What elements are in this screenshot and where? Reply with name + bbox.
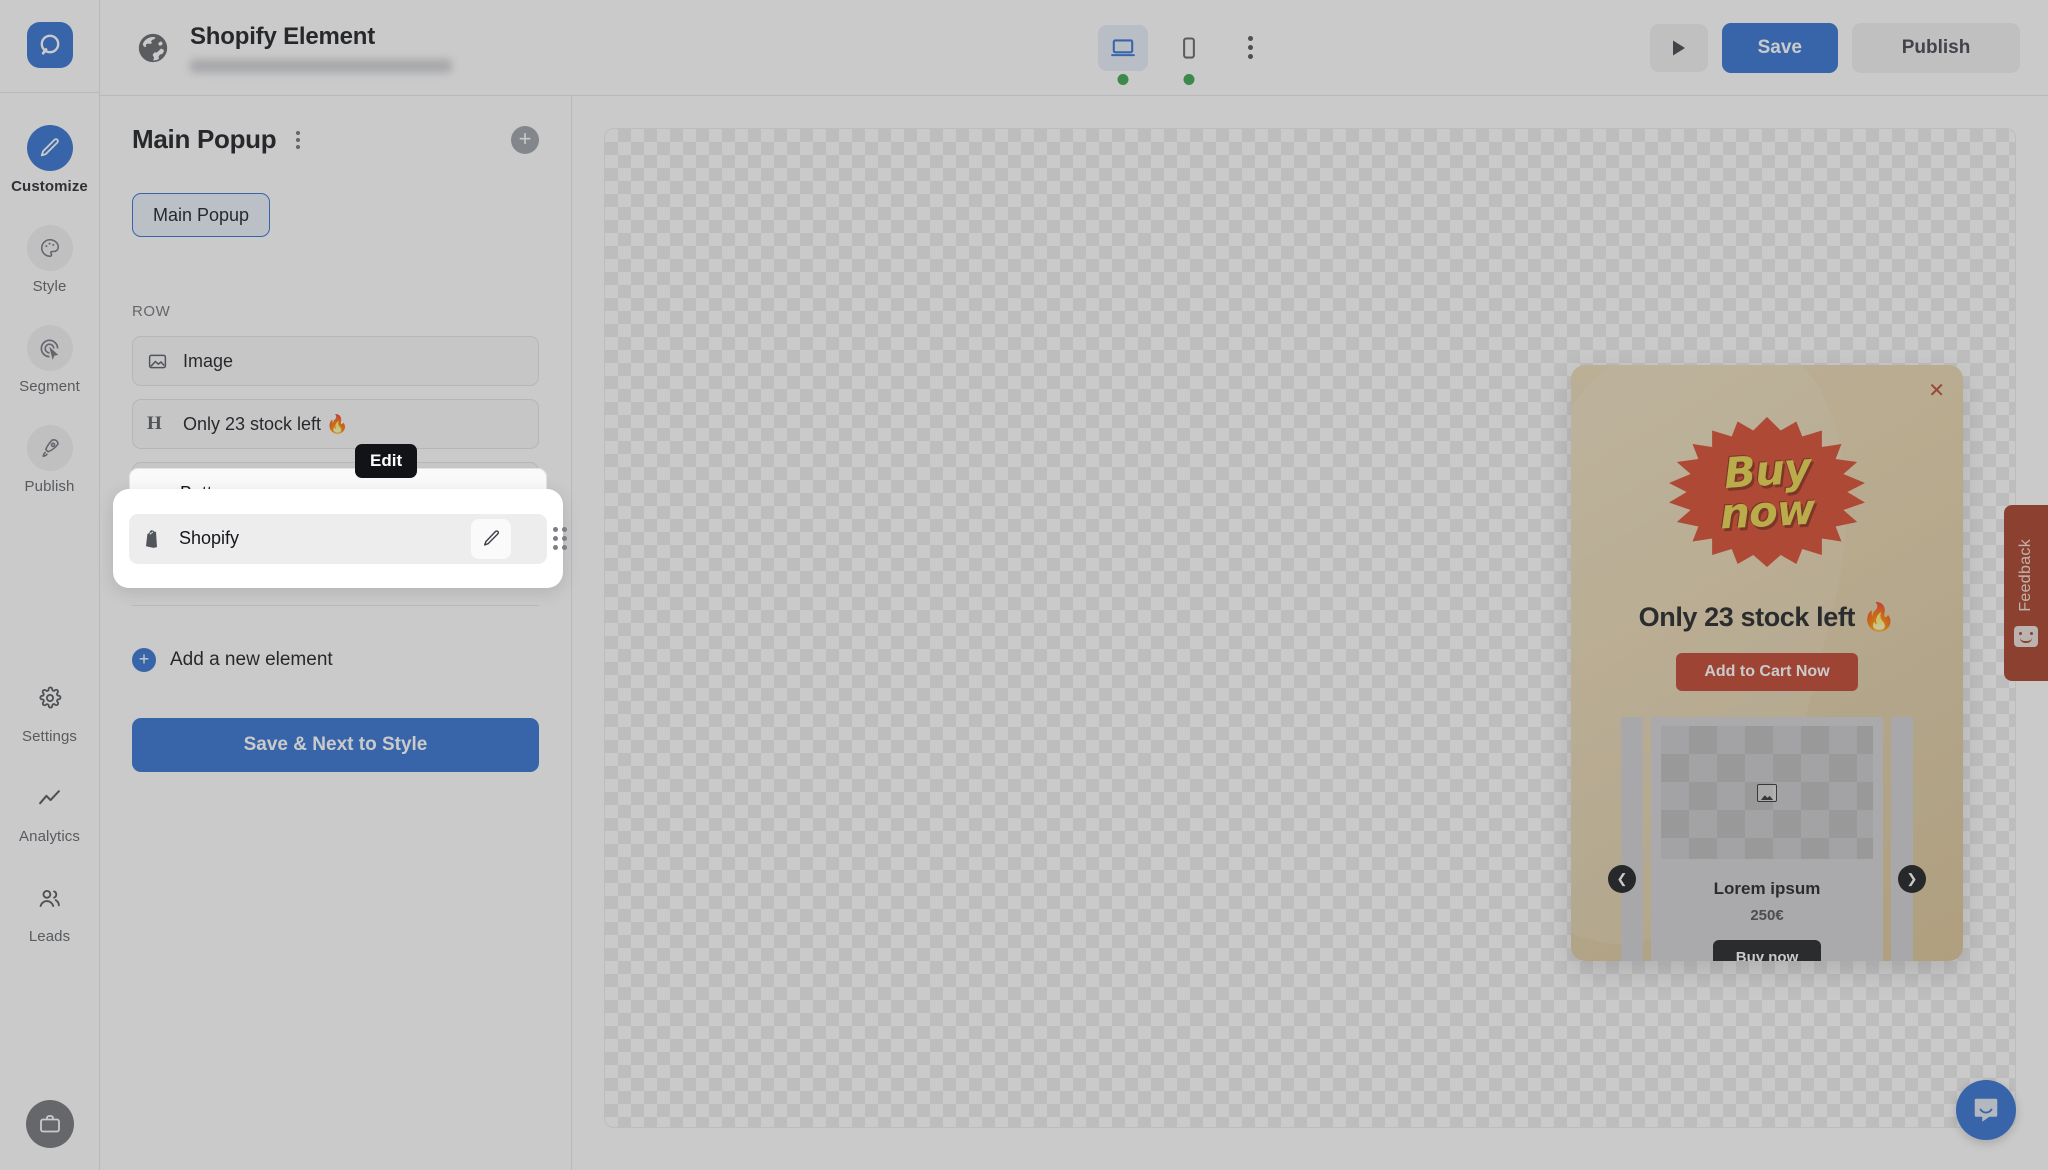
element-row-shopify-highlighted[interactable]: Shopify: [129, 513, 567, 564]
sidebar-item-label: Settings: [22, 728, 77, 745]
tab-main-popup[interactable]: Main Popup: [132, 193, 271, 237]
platform-logo-icon[interactable]: [26, 22, 73, 68]
desktop-view-button[interactable]: [1097, 24, 1148, 85]
left-nav-rail: Customize Style Segment Publish Settings…: [0, 0, 100, 1170]
editor-panel: Main Popup + Main Popup ROW Image H Only…: [100, 96, 572, 1170]
element-row-label: Image: [183, 350, 234, 371]
people-icon: [27, 875, 73, 921]
sidebar-item-label: Segment: [19, 378, 80, 395]
sidebar-item-label: Publish: [24, 478, 75, 495]
toolbar-titles: Shopify Element: [190, 23, 452, 73]
rocket-icon: [26, 425, 73, 471]
panel-divider: [132, 605, 539, 606]
toolbar-left-group: Shopify Element: [100, 23, 720, 73]
sidebar-item-segment[interactable]: Segment: [0, 315, 99, 401]
starburst-shape: Buy now: [1669, 417, 1865, 567]
publish-button[interactable]: Publish: [1852, 22, 2020, 73]
product-card: Lorem ipsum 250€ Buy now: [1651, 717, 1883, 961]
top-toolbar: Shopify Element Save Publish: [100, 0, 2048, 96]
sidebar-item-style[interactable]: Style: [0, 215, 99, 301]
page-title: Shopify Element: [190, 22, 376, 50]
sidebar-item-label: Analytics: [19, 828, 80, 845]
drag-handle-icon[interactable]: [549, 526, 571, 552]
chat-bubble-icon: [1974, 1098, 1998, 1122]
sidebar-item-label: Leads: [28, 928, 71, 945]
target-cursor-icon: [26, 325, 73, 371]
add-new-element-button[interactable]: + Add a new element: [132, 648, 539, 672]
sidebar-item-publish[interactable]: Publish: [0, 415, 99, 501]
product-price: 250€: [1750, 907, 1784, 924]
badge-line-2: now: [1718, 484, 1816, 539]
pencil-icon: [26, 125, 73, 171]
product-carousel: Lorem ipsum 250€ Buy now ❮ ❯: [1602, 717, 1932, 961]
preview-canvas[interactable]: ✕ Buy now Only 23 stock left 🔥 Add to Ca…: [604, 128, 2016, 1128]
chat-widget-button[interactable]: [1956, 1080, 2016, 1140]
sidebar-item-label: Style: [32, 278, 67, 295]
sidebar-item-customize[interactable]: Customize: [0, 115, 99, 201]
sidebar-item-analytics[interactable]: Analytics: [0, 765, 99, 851]
element-row-label: Only 23 stock left 🔥: [183, 413, 349, 434]
sidebar-item-label: Customize: [11, 178, 88, 195]
add-new-element-label: Add a new element: [170, 649, 333, 670]
feedback-label: Feedback: [2017, 539, 2034, 612]
pencil-edit-icon: [483, 530, 499, 546]
plus-circle-icon[interactable]: +: [511, 125, 539, 154]
product-buy-now-button[interactable]: Buy now: [1713, 940, 1821, 961]
edit-tooltip: Edit: [355, 444, 418, 478]
save-button[interactable]: Save: [1721, 22, 1838, 73]
close-x-icon[interactable]: ✕: [1928, 381, 1945, 401]
chevron-right-icon[interactable]: ❯: [1898, 865, 1926, 893]
add-to-cart-button[interactable]: Add to Cart Now: [1676, 653, 1858, 691]
line-chart-icon: [27, 775, 73, 821]
desktop-status-dot: [1117, 73, 1129, 85]
rail-primary-items: Customize Style Segment Publish: [0, 93, 99, 515]
section-label-row: ROW: [132, 303, 171, 320]
briefcase-avatar-icon[interactable]: [25, 1100, 74, 1148]
buy-now-badge: Buy now: [1667, 417, 1867, 567]
carousel-side-card-prev: [1621, 717, 1643, 961]
palette-icon: [26, 225, 73, 271]
toolbar-right-group: Save Publish: [1649, 22, 2048, 73]
rail-footer: [0, 1100, 99, 1170]
image-icon: [147, 351, 175, 372]
plus-circle-icon: +: [132, 648, 156, 672]
chevron-left-icon[interactable]: ❮: [1608, 865, 1636, 893]
heading-h-icon: H: [147, 413, 162, 434]
element-row-label: Shopify: [179, 528, 240, 548]
sidebar-item-leads[interactable]: Leads: [0, 865, 99, 951]
redacted-subtitle: [190, 58, 452, 73]
popup-preview: ✕ Buy now Only 23 stock left 🔥 Add to Ca…: [1571, 365, 1963, 961]
mobile-view-button[interactable]: [1164, 25, 1214, 85]
gear-icon: [27, 675, 73, 721]
carousel-side-card-next: [1891, 717, 1913, 961]
kebab-menu-icon[interactable]: [1230, 25, 1272, 71]
mobile-status-dot: [1183, 73, 1195, 85]
edit-element-button[interactable]: [471, 518, 511, 559]
element-row-image[interactable]: Image: [132, 336, 539, 386]
kebab-menu-icon[interactable]: [290, 125, 306, 155]
panel-header: Main Popup +: [132, 124, 539, 155]
product-image-placeholder: [1661, 726, 1873, 859]
popup-heading: Only 23 stock left 🔥: [1638, 602, 1896, 632]
image-placeholder-icon: [1757, 783, 1777, 802]
app-root: Customize Style Segment Publish Settings…: [0, 0, 2048, 1170]
panel-title: Main Popup: [132, 124, 277, 154]
product-title: Lorem ipsum: [1713, 879, 1821, 898]
canvas-area: ✕ Buy now Only 23 stock left 🔥 Add to Ca…: [572, 96, 2048, 1170]
globe-icon: [136, 31, 170, 65]
shopify-bag-icon: [143, 529, 171, 549]
feedback-tab[interactable]: Feedback: [2004, 505, 2048, 681]
element-row-heading[interactable]: H Only 23 stock left 🔥: [132, 399, 539, 449]
play-icon[interactable]: [1649, 23, 1708, 72]
sidebar-item-settings[interactable]: Settings: [0, 665, 99, 751]
rail-secondary-items: Settings Analytics Leads: [0, 515, 99, 965]
save-next-to-style-button[interactable]: Save & Next to Style: [132, 718, 539, 772]
device-switcher: [720, 24, 1650, 85]
highlighted-element-card: Shopify: [113, 489, 567, 588]
smiley-face-icon: [2014, 625, 2038, 647]
